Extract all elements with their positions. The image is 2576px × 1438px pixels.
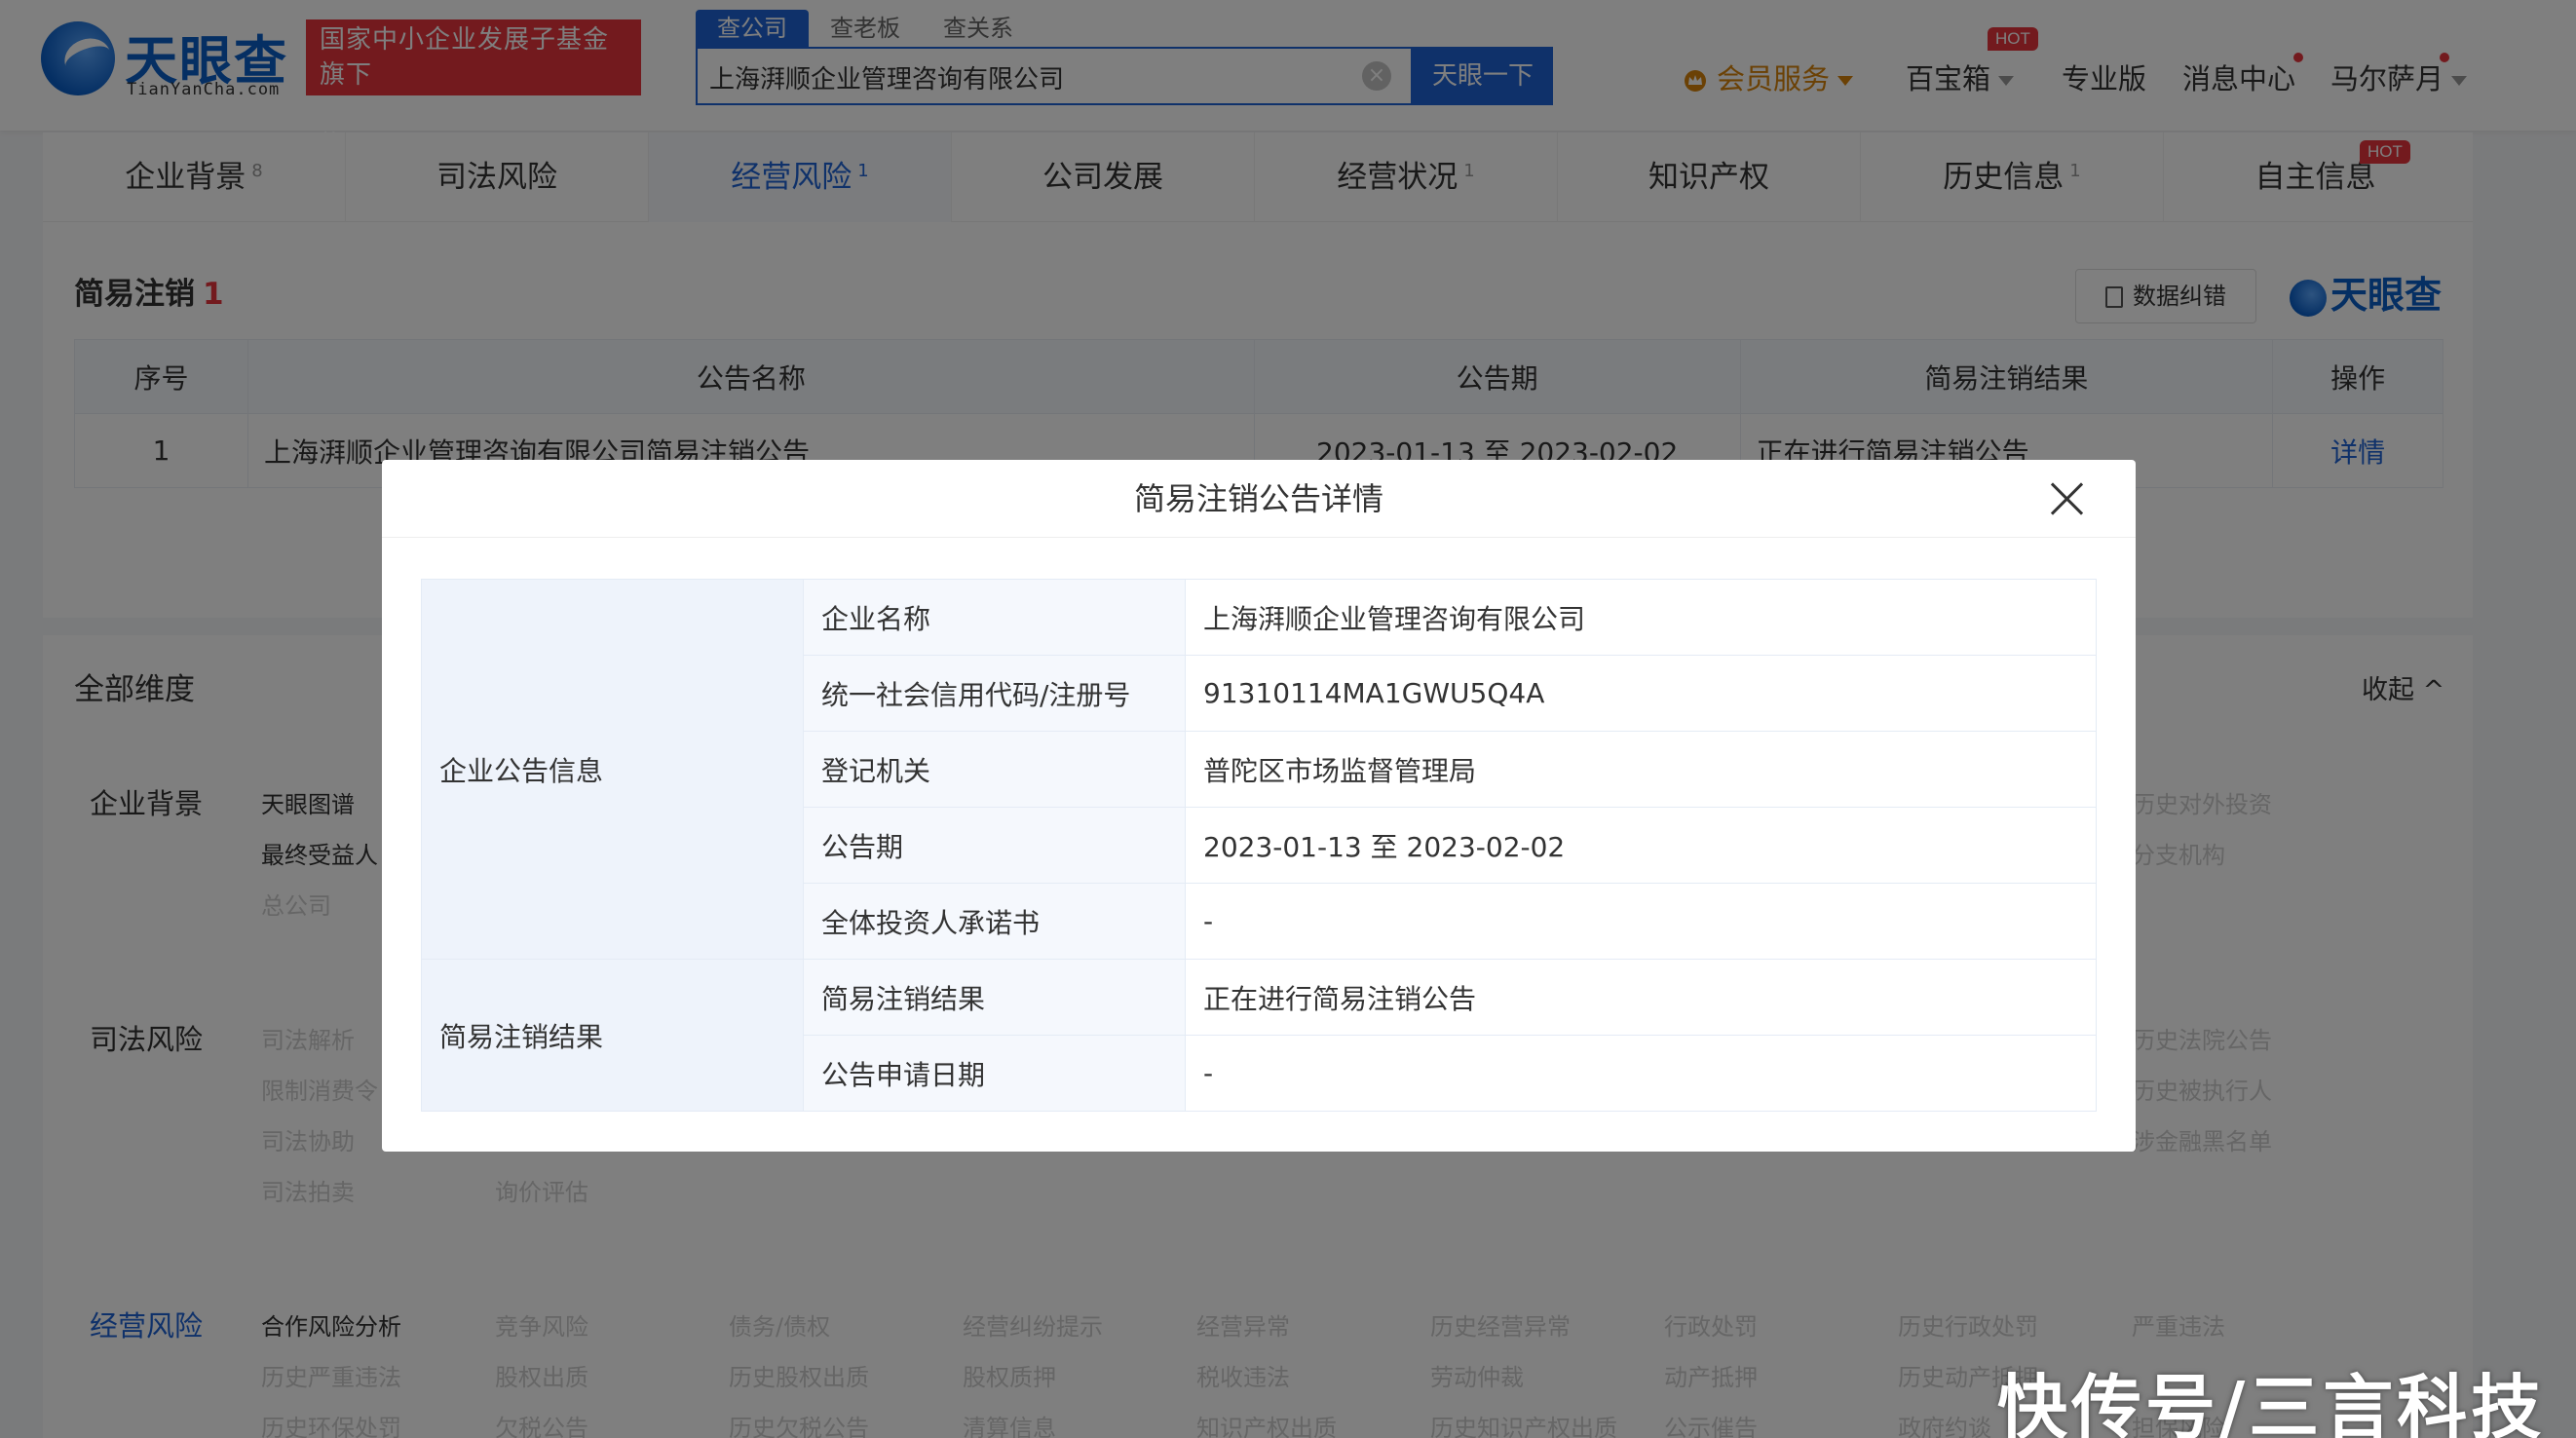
modal-title: 简易注销公告详情 <box>1133 480 1383 517</box>
field-label: 公告期 <box>803 807 1186 884</box>
group-label-cancellation-result: 简易注销结果 <box>421 959 804 1112</box>
field-label: 企业名称 <box>803 579 1186 656</box>
detail-modal: 简易注销公告详情 企业公告信息 企业名称 上海湃顺企业管理咨询有限公司 统一社会… <box>382 460 2136 1152</box>
source-watermark: 快传号/三言科技 <box>1997 1367 2546 1438</box>
detail-row: 简易注销结果 简易注销结果 正在进行简易注销公告 <box>421 959 2097 1112</box>
field-value: 91310114MA1GWU5Q4A <box>1185 655 2097 732</box>
close-icon[interactable] <box>2050 481 2085 516</box>
field-value: 正在进行简易注销公告 <box>1185 959 2097 1036</box>
field-label: 统一社会信用代码/注册号 <box>803 655 1186 732</box>
field-label: 全体投资人承诺书 <box>803 883 1186 960</box>
detail-table: 企业公告信息 企业名称 上海湃顺企业管理咨询有限公司 统一社会信用代码/注册号 … <box>421 579 2097 1112</box>
field-value: 上海湃顺企业管理咨询有限公司 <box>1185 579 2097 656</box>
field-value: - <box>1185 1035 2097 1112</box>
field-value: - <box>1185 883 2097 960</box>
field-label: 公告申请日期 <box>803 1035 1186 1112</box>
detail-row: 企业公告信息 企业名称 上海湃顺企业管理咨询有限公司 <box>421 579 2097 960</box>
field-label: 登记机关 <box>803 731 1186 808</box>
field-value: 普陀区市场监督管理局 <box>1185 731 2097 808</box>
field-value: 2023-01-13 至 2023-02-02 <box>1185 807 2097 884</box>
modal-header: 简易注销公告详情 <box>382 460 2136 538</box>
field-label: 简易注销结果 <box>803 959 1186 1036</box>
group-label-notice-info: 企业公告信息 <box>421 579 804 960</box>
